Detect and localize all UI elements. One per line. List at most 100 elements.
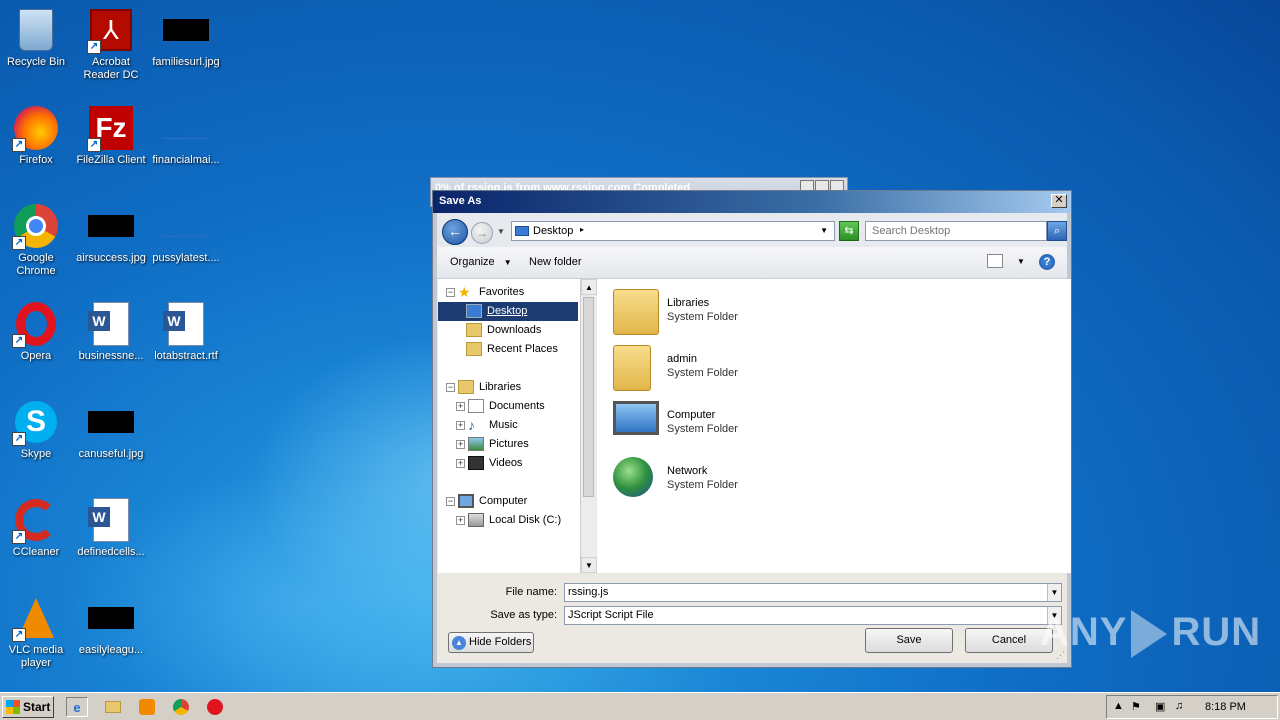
nav-item-desktop[interactable]: Desktop (438, 302, 578, 321)
expand-music-toggle[interactable]: + (456, 421, 465, 430)
desktop-icon-pussylatest[interactable]: pussylatest.... (150, 202, 222, 265)
command-toolbar: Organize ▼ New folder ▼ ? (437, 247, 1067, 279)
nav-item-local-disk-label: Local Disk (C:) (489, 514, 562, 526)
desktop-icon-chrome[interactable]: ↗ Google Chrome (0, 202, 72, 278)
documents-icon (468, 399, 484, 414)
search-box[interactable] (865, 221, 1047, 241)
file-name-field[interactable]: rssing.js ▼ (564, 583, 1062, 602)
address-bar[interactable]: Desktop ▸ ▼ (511, 221, 835, 241)
scroll-down-icon[interactable]: ▼ (581, 557, 597, 573)
desktop-icon-financialmai[interactable]: financialmai... (150, 104, 222, 167)
clock[interactable]: 8:18 PM (1205, 701, 1246, 713)
save-button[interactable]: Save (865, 628, 953, 653)
back-button[interactable]: ← (442, 219, 468, 245)
list-item[interactable]: Computer System Folder (613, 401, 913, 449)
item-name: Libraries (667, 297, 710, 309)
save-type-select[interactable]: JScript Script File ▼ (564, 606, 1062, 625)
forward-button[interactable]: → (471, 222, 493, 244)
desktop-icon-acrobat[interactable]: ⅄ ↗ Acrobat Reader DC (75, 6, 147, 82)
start-button[interactable]: Start (2, 696, 54, 718)
file-explorer-icon[interactable] (102, 697, 124, 717)
navigation-scrollbar[interactable]: ▲ ▼ (580, 279, 597, 573)
desktop-icon-vlc[interactable]: ↗ VLC media player (0, 594, 72, 670)
organize-button[interactable]: Organize ▼ (450, 256, 512, 268)
chevron-up-icon: ▲ (452, 636, 466, 650)
watermark-left: ANY (1040, 610, 1128, 654)
collapse-libraries-toggle[interactable]: − (446, 383, 455, 392)
opera-icon[interactable] (204, 697, 226, 717)
desktop-icon-lotabstract[interactable]: W lotabstract.rtf (150, 300, 222, 363)
nav-item-favorites-label: Favorites (479, 286, 525, 298)
desktop-icon-easilyleagu[interactable]: easilyleagu... (75, 594, 147, 657)
expand-videos-toggle[interactable]: + (456, 459, 465, 468)
list-item[interactable]: Network System Folder (613, 457, 913, 505)
chevron-down-icon[interactable]: ▼ (1047, 584, 1061, 601)
new-folder-button[interactable]: New folder (529, 256, 582, 268)
dialog-titlebar[interactable]: Save As ✕ (433, 191, 1071, 213)
downloads-icon (466, 323, 482, 338)
volume-icon[interactable]: ♫ (1175, 700, 1183, 712)
word-doc-icon: W (87, 496, 135, 544)
desktop-icon-definedcells[interactable]: W definedcells... (75, 496, 147, 559)
search-icon[interactable]: ⌕ (1047, 221, 1067, 241)
recent-pages-dropdown[interactable]: ▼ (497, 227, 505, 236)
nav-item-libraries[interactable]: Libraries (458, 378, 521, 397)
computer-icon (613, 401, 659, 435)
desktop-icon-businessne[interactable]: W businessne... (75, 300, 147, 363)
change-view-icon[interactable] (987, 254, 1003, 268)
music-icon: ♪ (468, 417, 475, 434)
nav-item-local-disk[interactable]: Local Disk (C:) (468, 511, 561, 530)
breadcrumb-chevron-icon[interactable]: ▸ (580, 225, 584, 234)
nav-item-music[interactable]: ♪ Music (468, 416, 518, 435)
file-name-value[interactable]: rssing.js (568, 586, 608, 598)
nav-item-documents[interactable]: Documents (468, 397, 545, 416)
desktop-icon-airsuccess[interactable]: airsuccess.jpg (75, 202, 147, 265)
desktop-icon-canuseful[interactable]: canuseful.jpg (75, 398, 147, 461)
desktop-icon-skype[interactable]: S ↗ Skype (0, 398, 72, 461)
taskbar: Start e ▲ ⚑ ▣ ♫ 8:18 PM (0, 692, 1280, 720)
scroll-up-icon[interactable]: ▲ (581, 279, 597, 295)
action-center-icon[interactable]: ⚑ (1131, 700, 1141, 713)
nav-item-favorites[interactable]: ★ Favorites (458, 283, 524, 302)
show-hidden-icons-icon[interactable]: ▲ (1113, 700, 1124, 712)
computer-icon (458, 494, 474, 509)
desktop-icon-firefox[interactable]: ↗ Firefox (0, 104, 72, 167)
list-item[interactable]: Libraries System Folder (613, 289, 913, 337)
refresh-button[interactable]: ⇆ (839, 221, 859, 241)
nav-item-computer[interactable]: Computer (458, 492, 527, 511)
ccleaner-icon: ↗ (12, 496, 60, 544)
nav-item-videos[interactable]: Videos (468, 454, 522, 473)
collapse-favorites-toggle[interactable]: − (446, 288, 455, 297)
hide-folders-button[interactable]: ▲ Hide Folders (448, 632, 534, 653)
network-icon[interactable]: ▣ (1155, 700, 1165, 713)
image-file-icon (87, 202, 135, 250)
image-file-icon (87, 398, 135, 446)
address-dropdown-icon[interactable]: ▼ (820, 226, 828, 235)
media-player-icon[interactable] (136, 697, 158, 717)
desktop-icon-ccleaner[interactable]: ↗ CCleaner (0, 496, 72, 559)
internet-explorer-icon[interactable]: e (66, 697, 88, 717)
address-location[interactable]: Desktop (533, 225, 573, 237)
nav-item-recent-places[interactable]: Recent Places (466, 340, 558, 359)
collapse-computer-toggle[interactable]: − (446, 497, 455, 506)
expand-documents-toggle[interactable]: + (456, 402, 465, 411)
nav-item-videos-label: Videos (489, 457, 523, 469)
close-button[interactable]: ✕ (1051, 194, 1067, 208)
list-item[interactable]: admin System Folder (613, 345, 913, 393)
desktop-icon-filezilla[interactable]: Fz ↗ FileZilla Client (75, 104, 147, 167)
desktop-icon-familiesurl[interactable]: familiesurl.jpg (150, 6, 222, 69)
nav-item-downloads[interactable]: Downloads (466, 321, 541, 340)
desktop-icon-recycle-bin[interactable]: Recycle Bin (0, 6, 72, 69)
scrollbar-thumb[interactable] (583, 297, 594, 497)
nav-item-pictures-label: Pictures (489, 438, 529, 450)
search-input[interactable] (866, 222, 1026, 240)
help-icon[interactable]: ? (1039, 254, 1055, 270)
desktop-icon-opera[interactable]: ↗ Opera (0, 300, 72, 363)
chrome-icon[interactable] (170, 697, 192, 717)
expand-pictures-toggle[interactable]: + (456, 440, 465, 449)
expand-local-disk-toggle[interactable]: + (456, 516, 465, 525)
nav-item-pictures[interactable]: Pictures (468, 435, 529, 454)
item-type: System Folder (667, 311, 738, 323)
image-file-icon (162, 6, 210, 54)
view-options-dropdown-icon[interactable]: ▼ (1017, 257, 1025, 266)
